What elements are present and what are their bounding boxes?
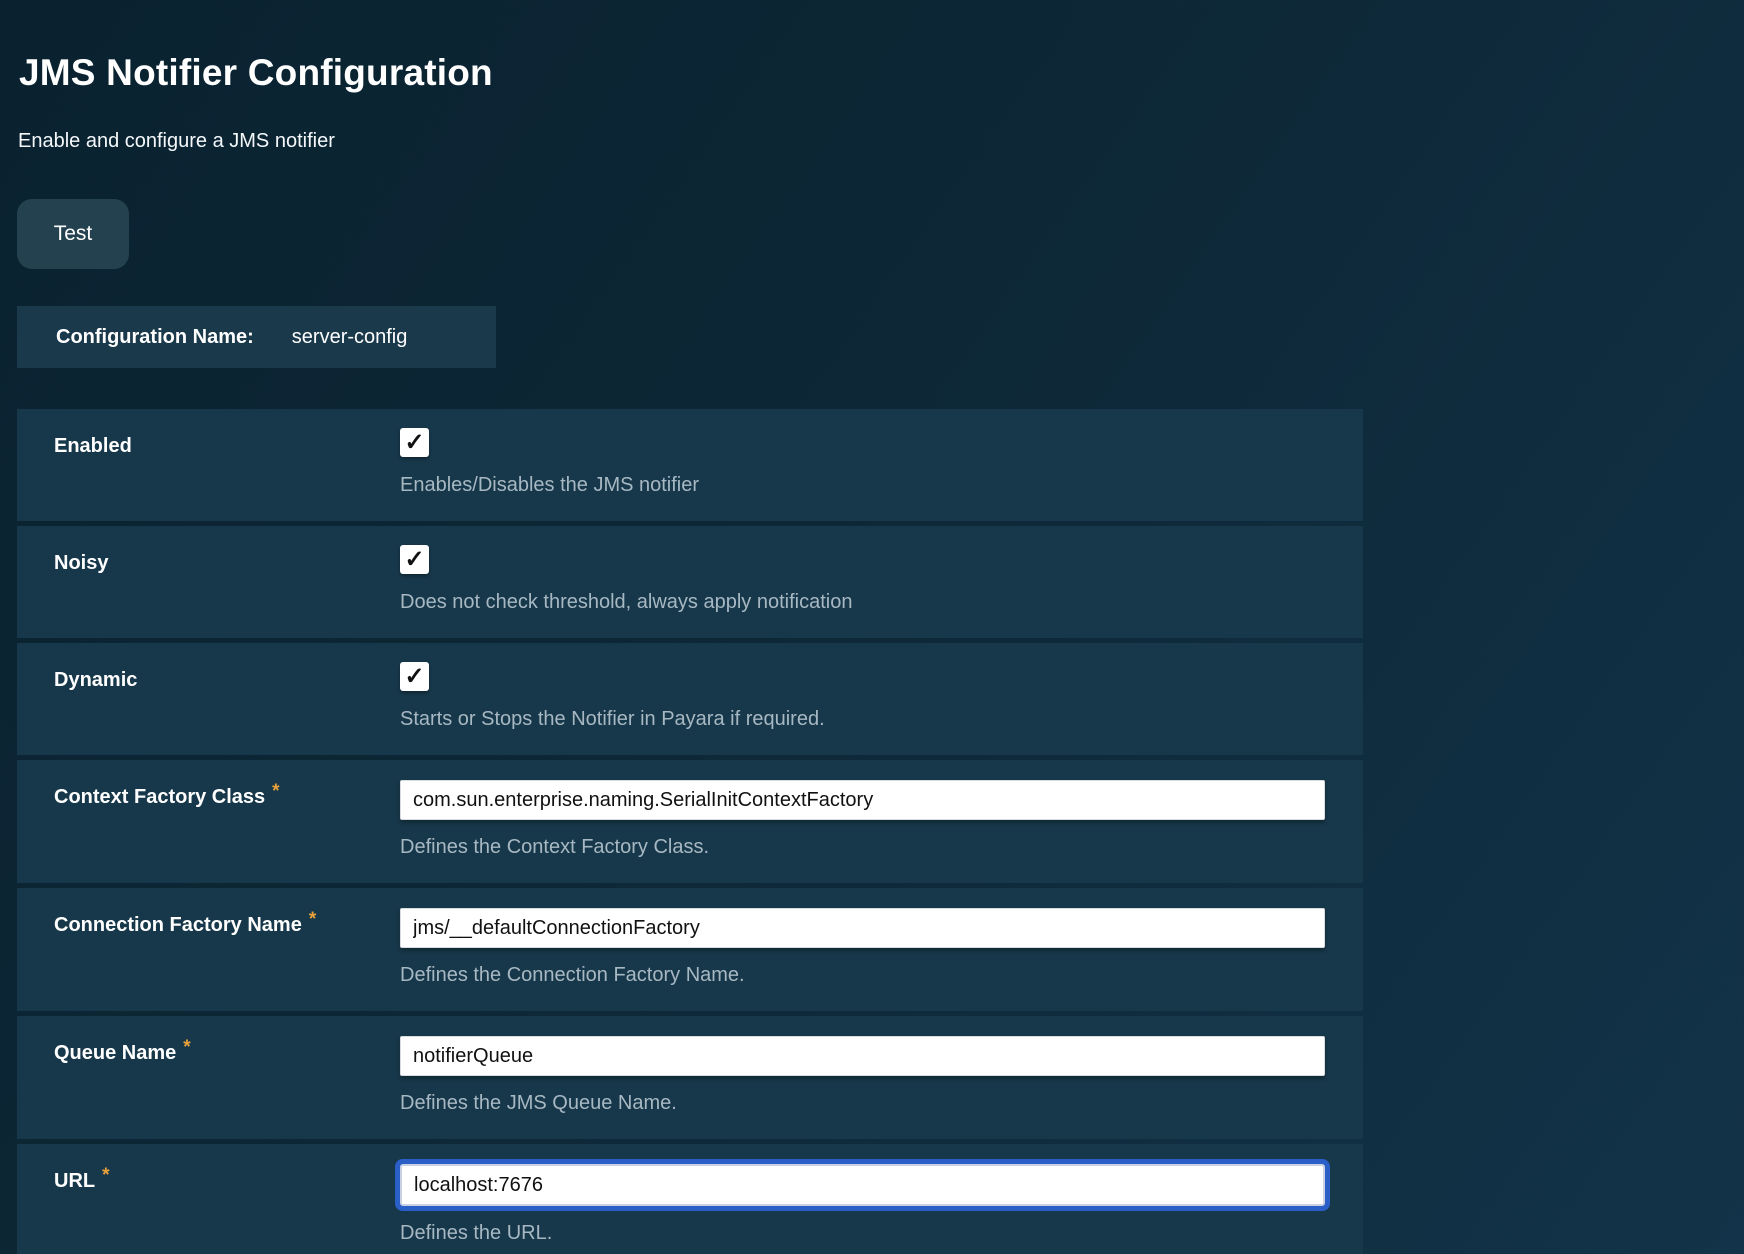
url-input[interactable] [400,1164,1325,1206]
checkmark-icon: ✓ [404,431,424,455]
queue-name-help-text: Defines the JMS Queue Name. [400,1092,1325,1115]
configuration-name-bar: Configuration Name: server-config [17,306,496,368]
required-asterisk: * [102,1165,109,1186]
form-row-noisy: Noisy ✓ Does not check threshold, always… [17,526,1363,638]
form-row-connection-factory-name: Connection Factory Name * Defines the Con… [17,888,1363,1011]
dynamic-help-text: Starts or Stops the Notifier in Payara i… [400,708,1325,731]
context-factory-class-label: Context Factory Class [54,786,265,808]
configuration-name-label: Configuration Name: [56,326,254,349]
page-subtitle: Enable and configure a JMS notifier [18,130,1744,153]
enabled-label: Enabled [54,409,400,521]
context-factory-class-help-text: Defines the Context Factory Class. [400,836,1325,859]
form-row-queue-name: Queue Name * Defines the JMS Queue Name. [17,1016,1363,1139]
dynamic-label: Dynamic [54,643,400,755]
page-title: JMS Notifier Configuration [19,52,1744,94]
queue-name-label: Queue Name [54,1042,176,1064]
enabled-checkbox[interactable]: ✓ [400,428,429,457]
form-row-dynamic: Dynamic ✓ Starts or Stops the Notifier i… [17,643,1363,755]
enabled-help-text: Enables/Disables the JMS notifier [400,474,1325,497]
required-asterisk: * [309,909,316,930]
context-factory-class-input[interactable] [400,780,1325,820]
connection-factory-name-label: Connection Factory Name [54,914,302,936]
connection-factory-name-help-text: Defines the Connection Factory Name. [400,964,1325,987]
form-row-enabled: Enabled ✓ Enables/Disables the JMS notif… [17,409,1363,521]
form-row-context-factory-class: Context Factory Class * Defines the Conte… [17,760,1363,883]
dynamic-checkbox[interactable]: ✓ [400,662,429,691]
noisy-help-text: Does not check threshold, always apply n… [400,591,1325,614]
jms-notifier-configuration-page: JMS Notifier Configuration Enable and co… [0,0,1744,1254]
required-asterisk: * [183,1037,190,1058]
form-row-url: URL * Defines the URL. [17,1144,1363,1254]
url-label: URL [54,1170,95,1192]
connection-factory-name-input[interactable] [400,908,1325,948]
url-help-text: Defines the URL. [400,1222,1325,1245]
queue-name-input[interactable] [400,1036,1325,1076]
configuration-name-value: server-config [292,326,408,349]
noisy-checkbox[interactable]: ✓ [400,545,429,574]
required-asterisk: * [272,781,279,802]
checkmark-icon: ✓ [404,548,424,572]
test-button[interactable]: Test [17,199,129,269]
checkmark-icon: ✓ [404,665,424,689]
notifier-settings-form: Enabled ✓ Enables/Disables the JMS notif… [17,409,1363,1254]
noisy-label: Noisy [54,526,400,638]
